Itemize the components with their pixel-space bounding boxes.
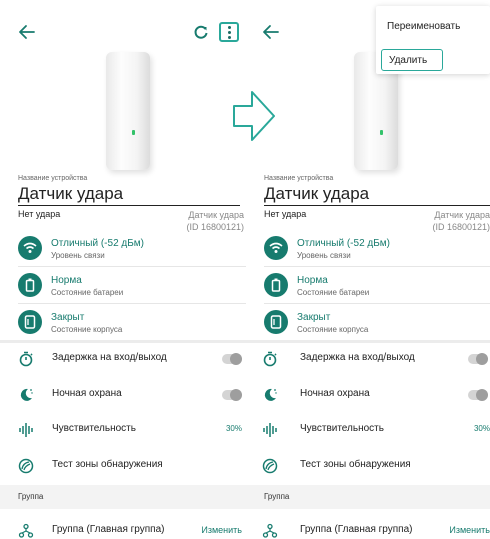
device-name-field[interactable]: Датчик удара — [264, 184, 490, 206]
device-image — [106, 52, 150, 170]
device-settings-screen-before: Название устройства Датчик удара Нет уда… — [0, 0, 248, 539]
case-value: Закрыт — [51, 312, 85, 323]
case-value: Закрыт — [297, 312, 331, 323]
back-arrow-icon[interactable] — [18, 24, 36, 40]
group-row[interactable]: Группа (Главная группа) Изменить — [248, 513, 490, 539]
night-guard-toggle[interactable] — [468, 389, 488, 401]
transition-arrow-icon — [233, 91, 275, 141]
sensitivity-label: Чувствительность — [300, 423, 384, 434]
group-section-header: Группа — [0, 485, 248, 509]
signal-caption: Уровень связи — [51, 251, 105, 260]
sensitivity-icon — [19, 423, 33, 437]
zone-test-label: Тест зоны обнаружения — [52, 459, 163, 470]
night-guard-label: Ночная охрана — [300, 388, 370, 399]
zone-test-label: Тест зоны обнаружения — [300, 459, 411, 470]
group-icon — [262, 523, 278, 538]
more-options-button[interactable] — [219, 22, 239, 42]
sensitivity-row[interactable]: Чувствительность 30% — [248, 412, 490, 448]
group-icon — [18, 523, 34, 538]
status-list: Отличный (-52 дБм) Уровень связи Норма С… — [18, 230, 246, 341]
sensitivity-value: 30% — [225, 424, 242, 433]
battery-value: Норма — [297, 275, 328, 286]
device-state: Нет удара — [264, 209, 307, 219]
sensitivity-value: 30% — [473, 424, 490, 433]
status-list: Отличный (-52 дБм) Уровень связи Норма С… — [264, 230, 490, 341]
battery-status: Норма Состояние батареи — [264, 267, 490, 304]
wifi-icon — [264, 236, 288, 260]
sensitivity-row[interactable]: Чувствительность 30% — [0, 412, 248, 448]
case-icon — [18, 310, 42, 334]
case-caption: Состояние корпуса — [51, 325, 123, 334]
entry-delay-toggle[interactable] — [222, 353, 242, 365]
entry-delay-row[interactable]: Задержка на вход/выход — [0, 341, 248, 377]
battery-status: Норма Состояние батареи — [18, 267, 246, 304]
night-guard-toggle[interactable] — [222, 389, 242, 401]
device-settings-screen-after: Название устройства Датчик удара Нет уда… — [248, 0, 490, 539]
case-status: Закрыт Состояние корпуса — [18, 304, 246, 341]
zone-test-icon — [18, 458, 34, 474]
moon-icon — [20, 388, 33, 401]
refresh-icon[interactable] — [193, 24, 209, 40]
case-status: Закрыт Состояние корпуса — [264, 304, 490, 341]
case-icon — [264, 310, 288, 334]
battery-caption: Состояние батареи — [297, 288, 370, 297]
device-name-caption: Название устройства — [18, 175, 88, 182]
context-menu: Переименовать Удалить — [376, 6, 490, 74]
entry-delay-row[interactable]: Задержка на вход/выход — [248, 341, 490, 377]
zone-test-row[interactable]: Тест зоны обнаружения — [0, 448, 248, 484]
comparison-stage: Название устройства Датчик удара Нет уда… — [0, 0, 490, 539]
battery-icon — [18, 273, 42, 297]
device-state: Нет удара — [18, 209, 61, 219]
signal-value: Отличный (-52 дБм) — [297, 238, 391, 249]
battery-caption: Состояние батареи — [51, 288, 124, 297]
group-change-link[interactable]: Изменить — [201, 525, 242, 535]
signal-caption: Уровень связи — [297, 251, 351, 260]
zone-test-row[interactable]: Тест зоны обнаружения — [248, 448, 490, 484]
wifi-icon — [18, 236, 42, 260]
group-row[interactable]: Группа (Главная группа) Изменить — [0, 513, 248, 539]
sensitivity-icon — [263, 423, 277, 437]
group-label: Группа (Главная группа) — [300, 524, 413, 535]
night-guard-label: Ночная охрана — [52, 388, 122, 399]
night-guard-row[interactable]: Ночная охрана — [0, 377, 248, 413]
back-arrow-icon[interactable] — [262, 24, 280, 40]
entry-delay-label: Задержка на вход/выход — [300, 352, 415, 363]
signal-status: Отличный (-52 дБм) Уровень связи — [18, 230, 246, 267]
timer-icon — [19, 351, 33, 367]
device-name-caption: Название устройства — [264, 175, 334, 182]
device-name-field[interactable]: Датчик удара — [18, 184, 240, 206]
battery-value: Норма — [51, 275, 82, 286]
group-section-header: Группа — [248, 485, 490, 509]
group-label: Группа (Главная группа) — [52, 524, 165, 535]
battery-icon — [264, 273, 288, 297]
night-guard-row[interactable]: Ночная охрана — [248, 377, 490, 413]
case-caption: Состояние корпуса — [297, 325, 369, 334]
timer-icon — [263, 351, 277, 367]
entry-delay-toggle[interactable] — [468, 353, 488, 365]
sensitivity-label: Чувствительность — [52, 423, 136, 434]
entry-delay-label: Задержка на вход/выход — [52, 352, 167, 363]
signal-status: Отличный (-52 дБм) Уровень связи — [264, 230, 490, 267]
signal-value: Отличный (-52 дБм) — [51, 238, 145, 249]
menu-item-rename[interactable]: Переименовать — [387, 21, 460, 32]
moon-icon — [264, 388, 277, 401]
menu-item-delete[interactable]: Удалить — [381, 49, 443, 71]
zone-test-icon — [262, 458, 278, 474]
group-change-link[interactable]: Изменить — [449, 525, 490, 535]
